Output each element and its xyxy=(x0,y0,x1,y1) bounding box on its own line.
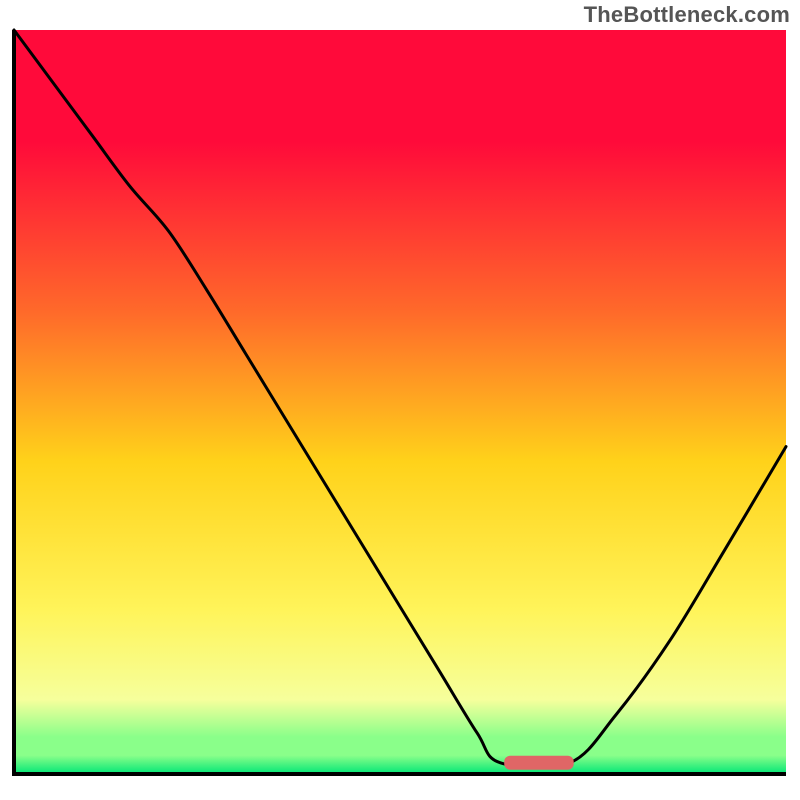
watermark-text: TheBottleneck.com xyxy=(584,2,790,28)
chart-svg xyxy=(0,0,800,800)
gradient-background xyxy=(14,30,786,774)
bottleneck-chart: TheBottleneck.com xyxy=(0,0,800,800)
optimum-marker xyxy=(504,756,574,770)
